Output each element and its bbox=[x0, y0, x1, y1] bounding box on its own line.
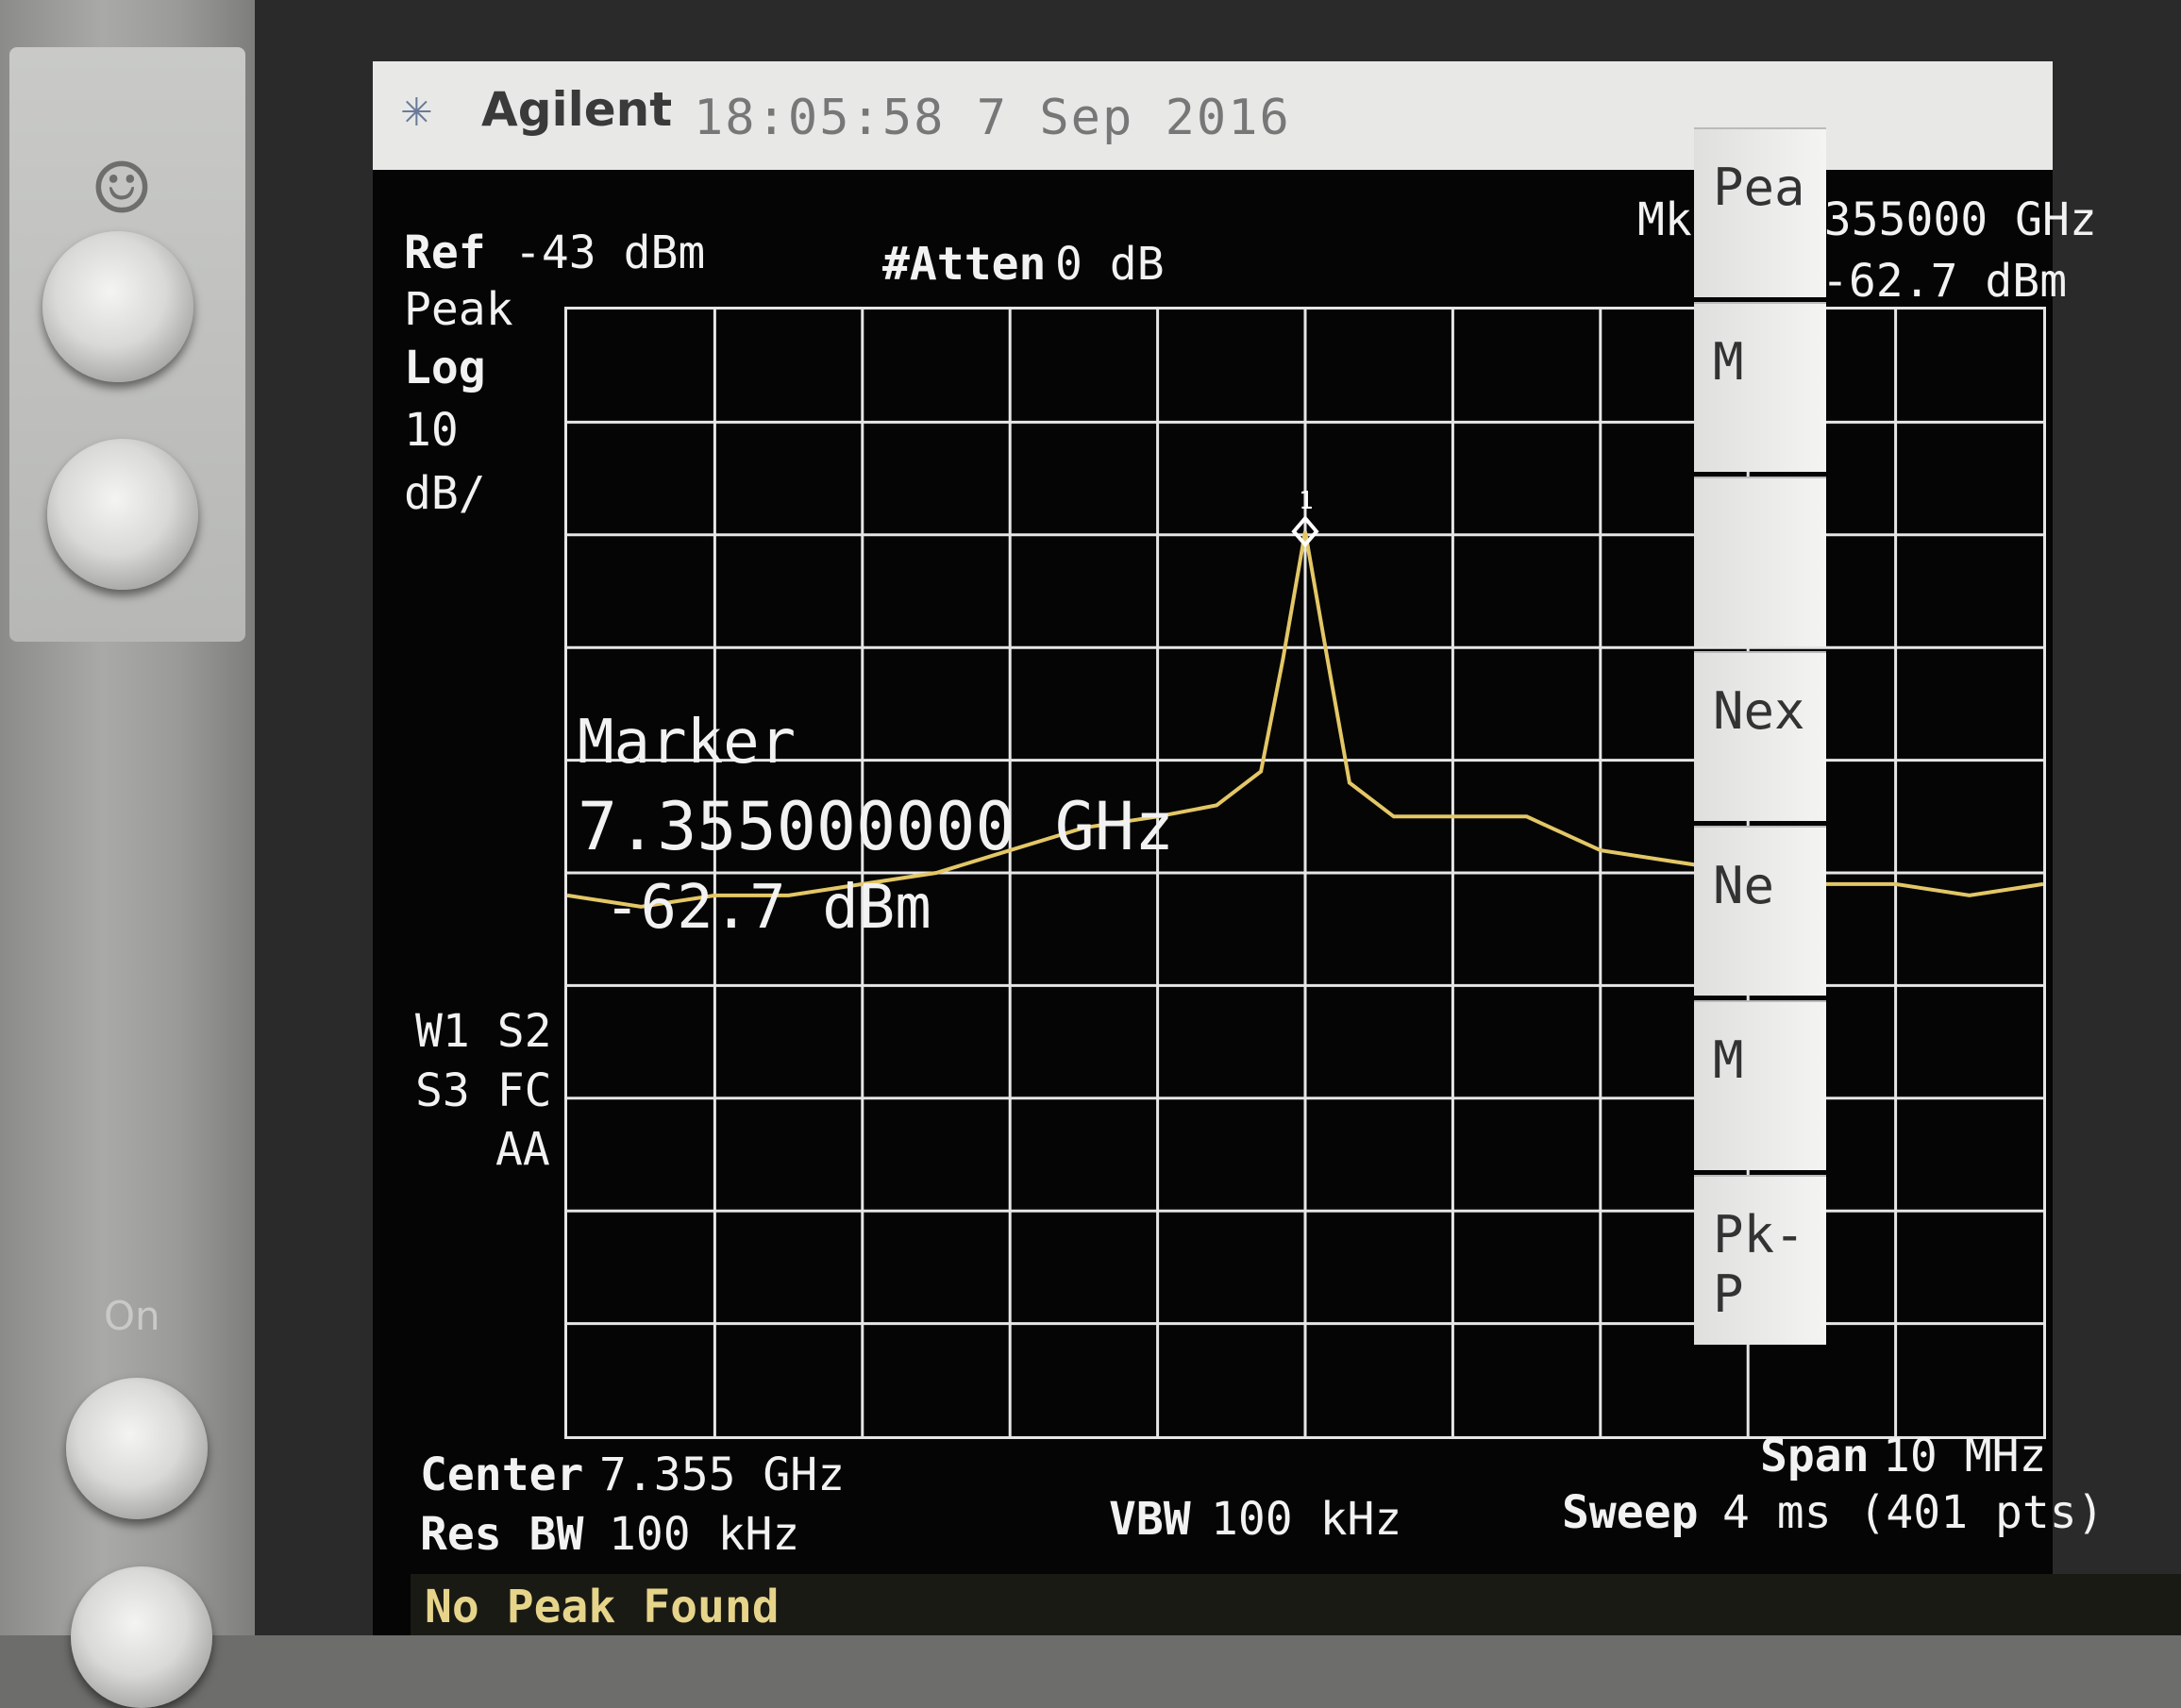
scale-unit: dB/ bbox=[404, 467, 486, 520]
hardware-button-1[interactable] bbox=[42, 231, 193, 382]
softkey-column: Pea M Nex Ne M Pk-P bbox=[1694, 113, 2181, 1635]
softkey-next-peak[interactable]: Nex bbox=[1694, 651, 1826, 821]
softkey-peak-search[interactable]: Pea bbox=[1694, 127, 1826, 297]
help-head-icon[interactable]: ☺ bbox=[94, 137, 226, 241]
vbw-value: 100 kHz bbox=[1211, 1493, 1402, 1546]
ref-value: -43 dBm bbox=[514, 226, 706, 279]
rbw-value: 100 kHz bbox=[609, 1508, 800, 1561]
marker-popup-title: Marker bbox=[578, 708, 797, 778]
hardware-button-2[interactable] bbox=[47, 439, 198, 590]
hardware-button-bottom[interactable] bbox=[71, 1566, 212, 1708]
trace-flags-1: W1 S2 bbox=[415, 1005, 552, 1058]
agilent-spark-icon: ✳ bbox=[401, 78, 432, 138]
instrument-bezel: ☺ On bbox=[0, 0, 255, 1708]
trace-flags-3: AA bbox=[495, 1123, 550, 1176]
scale-type: Log bbox=[404, 342, 486, 394]
power-on-label: On bbox=[104, 1293, 160, 1339]
center-label: Center bbox=[420, 1448, 584, 1501]
softkey-next-peak-2[interactable]: Ne bbox=[1694, 826, 1826, 996]
status-message: No Peak Found bbox=[425, 1581, 780, 1633]
rbw-label: Res BW bbox=[420, 1508, 584, 1561]
center-value: 7.355 GHz bbox=[599, 1448, 846, 1501]
softkey-2[interactable]: M bbox=[1694, 302, 1826, 472]
marker-popup-amplitude: -62.7 dBm bbox=[604, 873, 931, 943]
softkey-pk-pk[interactable]: Pk-P bbox=[1694, 1175, 1826, 1345]
detector-label: Peak bbox=[404, 283, 513, 336]
ref-label: Ref bbox=[404, 226, 486, 279]
power-button[interactable] bbox=[66, 1378, 208, 1519]
marker-popup-freq: 7.355000000 GHz bbox=[578, 788, 1175, 865]
trace-flags-2: S3 FC bbox=[415, 1064, 552, 1117]
brand-name: Agilent bbox=[481, 82, 673, 137]
date-time: 18:05:58 7 Sep 2016 bbox=[694, 90, 1291, 146]
softkey-3[interactable] bbox=[1694, 477, 1826, 646]
softkey-6[interactable]: M bbox=[1694, 1000, 1826, 1170]
sweep-label: Sweep bbox=[1562, 1486, 1699, 1539]
marker-1-label: 1 bbox=[1299, 487, 1314, 515]
atten-label: #Atten bbox=[882, 238, 1047, 291]
vbw-label: VBW bbox=[1109, 1493, 1191, 1546]
scale-value: 10 bbox=[404, 404, 459, 457]
atten-value: 0 dB bbox=[1055, 238, 1165, 291]
